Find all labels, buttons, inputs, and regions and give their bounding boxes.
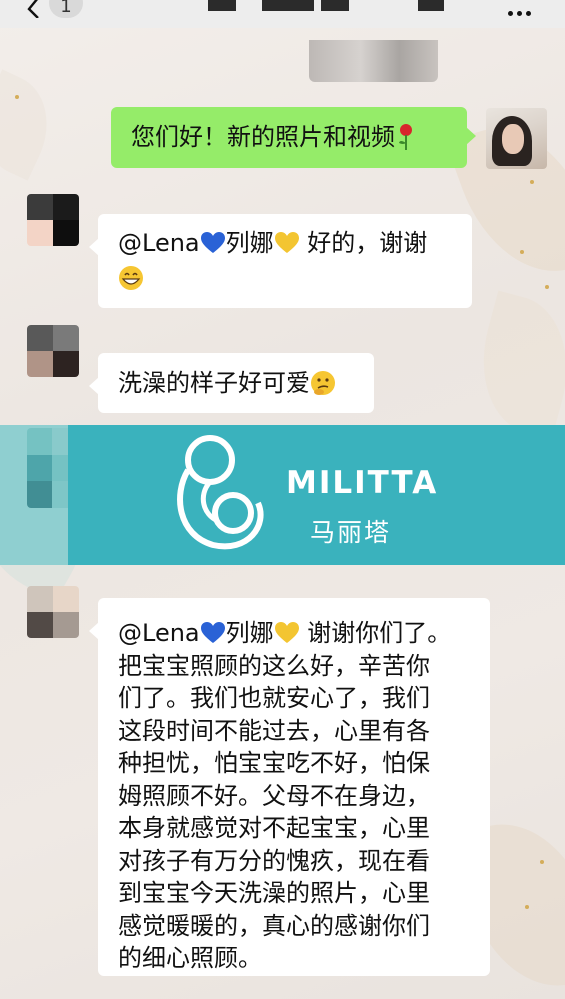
message-line: 本身就感觉对不起宝宝，心里 xyxy=(118,814,430,842)
brand-name-chinese: 马丽塔 xyxy=(310,518,392,547)
yellow-heart-icon xyxy=(274,232,299,253)
sender-avatar[interactable] xyxy=(27,325,79,377)
background-sparkle xyxy=(540,860,544,864)
mention-name: 列娜 xyxy=(225,229,274,257)
redacted-title-block xyxy=(208,0,236,11)
blue-heart-icon xyxy=(200,232,225,253)
message-line: 种担忧，怕宝宝吃不好，怕保 xyxy=(118,749,430,777)
back-arrow-icon[interactable] xyxy=(26,0,40,18)
thinking-face-icon xyxy=(311,371,335,395)
yellow-heart-icon xyxy=(274,622,299,643)
sender-avatar[interactable] xyxy=(27,194,79,246)
blue-heart-icon xyxy=(200,622,225,643)
message-line: 们了。我们也就安心了，我们 xyxy=(118,684,430,712)
my-avatar[interactable] xyxy=(486,108,547,169)
message-text: 您们好！新的照片和视频 xyxy=(131,123,395,151)
message-bubble-incoming[interactable]: 洗澡的样子好可爱 xyxy=(89,353,374,413)
message-line: 的细心照顾。 xyxy=(118,944,262,972)
background-leaf xyxy=(0,69,66,181)
photo-message-thumbnail[interactable] xyxy=(309,40,438,82)
background-sparkle xyxy=(525,905,529,909)
sender-avatar[interactable] xyxy=(27,586,79,638)
militta-logo-icon xyxy=(177,435,264,550)
mention-name: 列娜 xyxy=(225,619,274,647)
message-text: 好的，谢谢 xyxy=(299,229,428,257)
mention-text: @Lena xyxy=(118,619,200,647)
message-line: 对孩子有万分的愧疚，现在看 xyxy=(118,846,430,875)
grinning-face-icon xyxy=(119,266,143,290)
message-text: 洗澡的样子好可爱 xyxy=(118,369,310,397)
more-options-icon[interactable] xyxy=(508,1,535,20)
mention-text: @Lena xyxy=(118,229,200,257)
unread-count-badge[interactable]: 1 xyxy=(49,0,83,18)
chat-header: 1 xyxy=(0,0,565,28)
message-line: 把宝宝照顾的这么好，辛苦你 xyxy=(118,651,430,680)
redacted-title-block xyxy=(262,0,314,11)
message-first-line: @Lena 列娜 谢谢你们了。 xyxy=(118,617,490,650)
background-sparkle xyxy=(545,285,549,289)
background-sparkle xyxy=(15,95,19,99)
message-bubble-outgoing[interactable]: 您们好！新的照片和视频 xyxy=(111,107,476,168)
message-line: 感觉暖暖的，真心的感谢你们 xyxy=(118,911,430,940)
background-sparkle xyxy=(530,180,534,184)
redacted-title-block xyxy=(418,0,444,11)
message-text: 谢谢你们了。 xyxy=(299,619,452,647)
message-line: 姆照顾不好。父母不在身边， xyxy=(118,781,430,810)
background-sparkle xyxy=(520,250,524,254)
redacted-title-block xyxy=(321,0,349,11)
message-bubble-incoming[interactable]: @Lena 列娜 谢谢你们了。 把宝宝照顾的这么好，辛苦你 们了。我们也就安心了，… xyxy=(89,598,490,976)
brand-name: MILITTA xyxy=(286,465,439,501)
message-bubble-incoming[interactable]: @Lena 列娜 好的，谢谢 xyxy=(89,214,472,308)
background-leaf xyxy=(464,290,565,440)
militta-banner[interactable]: MILITTA 马丽塔 xyxy=(68,425,565,565)
message-line: 这段时间不能过去，心里有各 xyxy=(118,716,430,745)
rose-icon xyxy=(399,124,412,150)
message-line: 到宝宝今天洗澡的照片，心里 xyxy=(118,879,430,907)
